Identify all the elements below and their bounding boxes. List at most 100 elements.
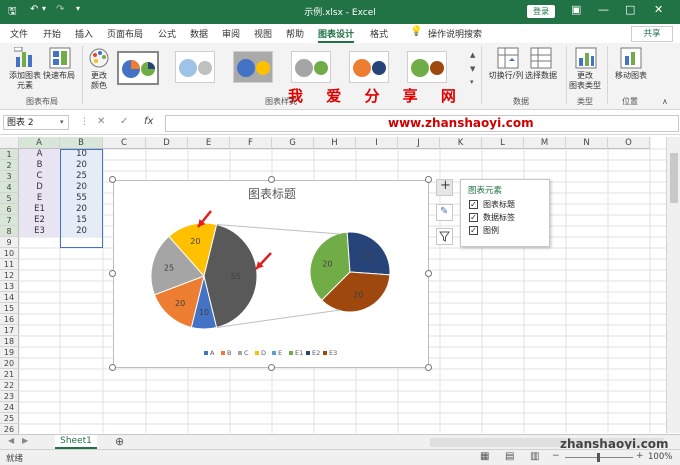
column-header-h[interactable]: H [314, 137, 356, 149]
chart-style-thumb[interactable] [175, 51, 215, 83]
move-chart-button[interactable]: 移动图表 [610, 71, 652, 81]
chart-styles-button[interactable]: ✎ [436, 204, 453, 221]
close-icon[interactable]: ✕ [654, 3, 663, 16]
more-styles-icon[interactable]: ▾ [470, 78, 474, 86]
login-button[interactable]: 登录 [527, 5, 555, 18]
page-layout-view-icon[interactable]: ▤ [505, 451, 514, 462]
name-box-dropdown-icon[interactable]: ▾ [60, 118, 64, 126]
scroll-down-icon[interactable]: ▼ [470, 65, 475, 73]
vertical-scrollbar[interactable] [666, 137, 680, 433]
legend-item[interactable]: D [255, 349, 266, 357]
formula-input[interactable]: www.zhanshaoyi.com [165, 115, 679, 132]
select-data-button[interactable]: 选择数据 [521, 71, 561, 81]
row-header-13[interactable]: 13 [0, 281, 19, 292]
legend-item[interactable]: E1 [289, 349, 303, 357]
scroll-up-icon[interactable]: ▲ [470, 51, 475, 59]
resize-handle[interactable] [425, 364, 432, 371]
change-chart-type-button[interactable]: 更改 图表类型 [566, 71, 604, 91]
palette-icon[interactable] [88, 47, 110, 69]
column-header-m[interactable]: M [524, 137, 566, 149]
zoom-out-icon[interactable]: − [552, 451, 560, 461]
tell-me-search[interactable]: 操作说明搜索 [428, 27, 482, 40]
column-header-e[interactable]: E [188, 137, 230, 149]
resize-handle[interactable] [425, 270, 432, 277]
row-header-22[interactable]: 22 [0, 380, 19, 391]
minimize-icon[interactable]: — [598, 3, 609, 16]
column-header-j[interactable]: J [398, 137, 440, 149]
tab-help[interactable]: 帮助 [286, 27, 304, 40]
ribbon-display-options-icon[interactable]: ▣ [571, 3, 581, 16]
tab-format[interactable]: 格式 [370, 27, 388, 40]
tab-view[interactable]: 视图 [254, 27, 272, 40]
legend-item[interactable]: E [272, 349, 282, 357]
legend-checkbox[interactable]: ✓ [469, 226, 478, 235]
chart-style-thumb[interactable] [349, 51, 389, 83]
sheet-tab[interactable]: Sheet1 [55, 435, 97, 449]
column-header-n[interactable]: N [566, 137, 608, 149]
category-cell[interactable]: E2 [19, 215, 60, 226]
quick-layout-button[interactable]: 快速布局 [40, 71, 78, 81]
zoom-level[interactable]: 100% [648, 452, 672, 462]
maximize-icon[interactable]: □ [625, 3, 635, 16]
resize-handle[interactable] [268, 364, 275, 371]
row-header-19[interactable]: 19 [0, 347, 19, 358]
column-header-b[interactable]: B [60, 137, 103, 149]
tab-formulas[interactable]: 公式 [158, 27, 176, 40]
resize-handle[interactable] [109, 270, 116, 277]
row-header-10[interactable]: 10 [0, 248, 19, 259]
chart-style-thumb[interactable] [291, 51, 331, 83]
row-header-24[interactable]: 24 [0, 402, 19, 413]
chart-title-checkbox[interactable]: ✓ [469, 200, 478, 209]
chart-area[interactable]: 图表标题 10 20 25 20 20 15 20 55 A B C D E E1 E2 E3 [113, 180, 429, 368]
row-header-21[interactable]: 21 [0, 369, 19, 380]
column-header-g[interactable]: G [272, 137, 314, 149]
column-header-a[interactable]: A [19, 137, 60, 149]
row-header-8[interactable]: 8 [0, 226, 19, 237]
column-header-i[interactable]: I [356, 137, 398, 149]
column-header-l[interactable]: L [482, 137, 524, 149]
legend-item[interactable]: B [221, 349, 231, 357]
row-header-18[interactable]: 18 [0, 336, 19, 347]
move-chart-icon[interactable] [620, 47, 642, 69]
zoom-in-icon[interactable]: + [636, 451, 644, 461]
resize-handle[interactable] [109, 364, 116, 371]
tab-home[interactable]: 开始 [43, 27, 61, 40]
select-all-corner[interactable] [0, 137, 19, 149]
legend-item[interactable]: C [238, 349, 249, 357]
row-header-20[interactable]: 20 [0, 358, 19, 369]
resize-handle[interactable] [109, 176, 116, 183]
zoom-slider-thumb[interactable] [597, 453, 600, 462]
column-header-o[interactable]: O [608, 137, 650, 149]
next-sheet-icon[interactable]: ▶ [22, 436, 28, 445]
insert-function-icon[interactable]: fx [144, 116, 153, 127]
tab-chart-design[interactable]: 图表设计 [318, 27, 355, 43]
column-header-f[interactable]: F [230, 137, 272, 149]
row-header-16[interactable]: 16 [0, 314, 19, 325]
row-header-4[interactable]: 4 [0, 182, 19, 193]
page-break-view-icon[interactable]: ▥ [530, 451, 539, 462]
chart-style-thumb[interactable] [233, 51, 273, 83]
tab-data[interactable]: 数据 [190, 27, 208, 40]
quick-layout-icon[interactable] [49, 47, 71, 69]
change-chart-type-icon[interactable] [575, 47, 597, 69]
tab-review[interactable]: 审阅 [222, 27, 240, 40]
chart-legend[interactable]: A B C D E E1 E2 E3 [204, 349, 344, 361]
row-header-12[interactable]: 12 [0, 270, 19, 281]
column-header-d[interactable]: D [146, 137, 188, 149]
chart-elements-button[interactable]: + [436, 178, 453, 196]
normal-view-icon[interactable]: ▦ [480, 451, 489, 462]
row-header-3[interactable]: 3 [0, 171, 19, 182]
row-header-14[interactable]: 14 [0, 292, 19, 303]
category-cell[interactable]: E3 [19, 226, 60, 237]
chart-filters-button[interactable] [436, 228, 453, 245]
scroll-thumb[interactable] [670, 153, 678, 203]
resize-handle[interactable] [425, 176, 432, 183]
legend-item[interactable]: E2 [306, 349, 320, 357]
category-cell[interactable]: B [19, 160, 60, 171]
add-chart-element-icon[interactable] [14, 47, 36, 69]
tab-page-layout[interactable]: 页面布局 [107, 27, 143, 40]
select-data-icon[interactable] [530, 47, 552, 69]
cancel-icon[interactable]: ✕ [97, 116, 105, 127]
chart-style-thumb[interactable] [117, 51, 159, 85]
category-cell[interactable]: E [19, 193, 60, 204]
